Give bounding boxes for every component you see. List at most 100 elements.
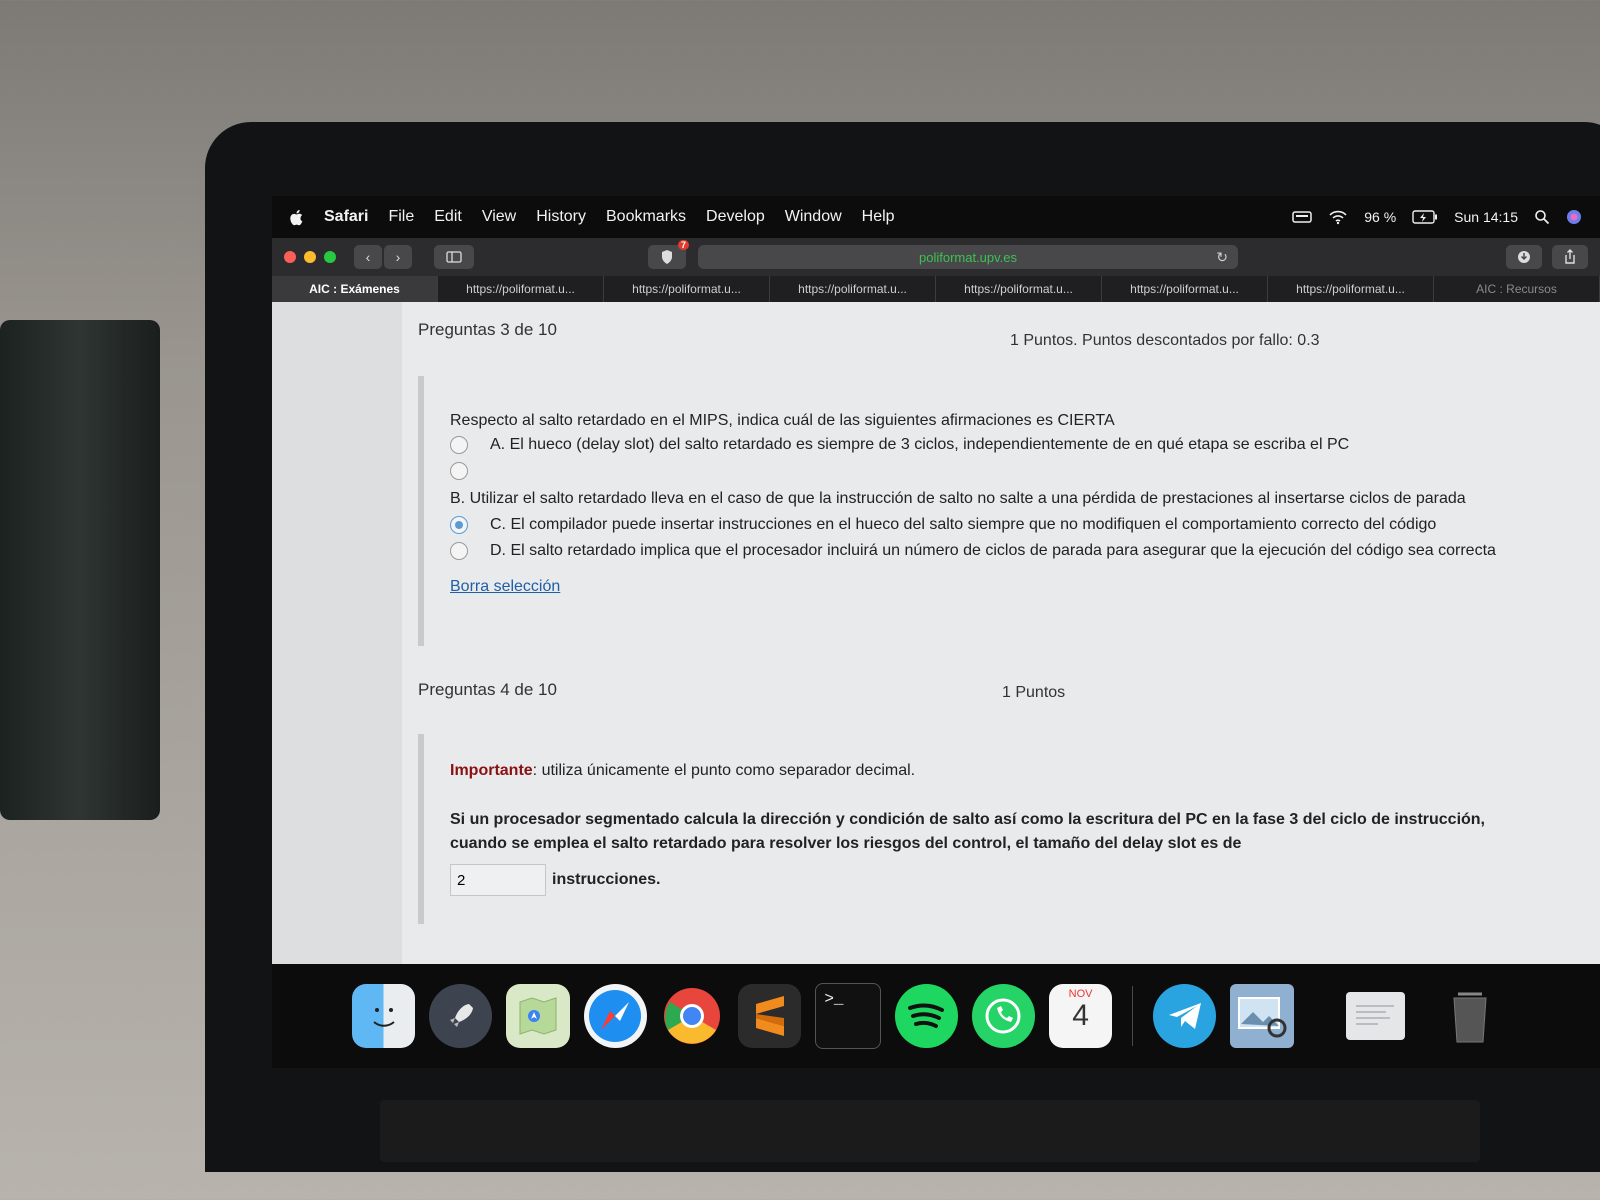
clear-selection-link[interactable]: Borra selección bbox=[450, 578, 560, 595]
map-icon bbox=[519, 997, 557, 1035]
sidebar-toggle-button[interactable] bbox=[434, 245, 474, 269]
finder-face-icon bbox=[372, 1008, 395, 1027]
safari-toolbar: ‹ › 7 poliformat.upv.es ↻ bbox=[272, 238, 1600, 276]
menu-file[interactable]: File bbox=[388, 208, 414, 226]
important-note: Importante: utiliza únicamente el punto … bbox=[450, 762, 1500, 780]
question-3-points: 1 Puntos. Puntos descontados por fallo: … bbox=[1010, 332, 1320, 349]
option-d-label: D. El salto retardado implica que el pro… bbox=[490, 542, 1496, 559]
keyboard-icon[interactable] bbox=[1292, 210, 1312, 224]
menu-history[interactable]: History bbox=[536, 208, 586, 226]
back-button[interactable]: ‹ bbox=[354, 245, 382, 269]
menu-bookmarks[interactable]: Bookmarks bbox=[606, 208, 686, 226]
chevron-right-icon: › bbox=[395, 249, 401, 265]
safari-icon[interactable] bbox=[583, 984, 647, 1048]
option-empty[interactable] bbox=[450, 460, 1496, 482]
url-text: poliformat.upv.es bbox=[918, 249, 1018, 265]
downloads-button[interactable] bbox=[1506, 245, 1542, 269]
question-4-header: Preguntas 4 de 10 bbox=[418, 680, 557, 699]
download-icon bbox=[1518, 251, 1530, 263]
wifi-icon[interactable] bbox=[1328, 209, 1348, 225]
tab-poliformat-1[interactable]: https://poliformat.u... bbox=[438, 276, 604, 302]
calendar-day: 4 bbox=[1072, 999, 1089, 1032]
trash-icon[interactable] bbox=[1439, 984, 1502, 1048]
finder-icon[interactable] bbox=[352, 984, 416, 1048]
minimize-window-button[interactable] bbox=[304, 251, 316, 263]
menu-safari[interactable]: Safari bbox=[324, 208, 368, 226]
dock-separator bbox=[1132, 986, 1134, 1046]
tab-poliformat-2[interactable]: https://poliformat.u... bbox=[604, 276, 770, 302]
close-window-button[interactable] bbox=[284, 251, 296, 263]
launchpad-icon[interactable] bbox=[429, 984, 493, 1048]
maps-icon[interactable] bbox=[506, 984, 570, 1048]
menu-help[interactable]: Help bbox=[862, 208, 895, 226]
question-4-box: Importante: utiliza únicamente el punto … bbox=[418, 734, 1500, 924]
question-4-text: Si un procesador segmentado calcula la d… bbox=[450, 811, 1485, 852]
phone-icon bbox=[985, 998, 1021, 1034]
question-3-header: Preguntas 3 de 10 bbox=[418, 320, 557, 339]
sublime-s-icon bbox=[755, 996, 784, 1036]
option-c-radio[interactable] bbox=[450, 516, 468, 534]
terminal-icon[interactable]: >_ bbox=[815, 983, 881, 1049]
menu-edit[interactable]: Edit bbox=[434, 208, 462, 226]
exam-content: Preguntas 3 de 10 1 Puntos. Puntos desco… bbox=[402, 302, 1600, 964]
chrome-icon[interactable] bbox=[661, 984, 724, 1048]
tab-poliformat-3[interactable]: https://poliformat.u... bbox=[770, 276, 936, 302]
compass-icon bbox=[589, 990, 642, 1042]
forward-button[interactable]: › bbox=[384, 245, 412, 269]
spotlight-search-icon[interactable] bbox=[1534, 209, 1550, 225]
tab-aic-recursos[interactable]: AIC : Recursos bbox=[1434, 276, 1600, 302]
delay-slot-answer-input[interactable] bbox=[450, 864, 546, 896]
chevron-left-icon: ‹ bbox=[365, 249, 371, 265]
option-d[interactable]: D. El salto retardado implica que el pro… bbox=[450, 540, 1496, 562]
reload-icon[interactable]: ↻ bbox=[1216, 249, 1228, 266]
option-c[interactable]: C. El compilador puede insertar instrucc… bbox=[450, 514, 1496, 536]
shield-icon bbox=[662, 250, 672, 264]
rocket-icon bbox=[449, 1004, 473, 1027]
option-a[interactable]: A. El hueco (delay slot) del salto retar… bbox=[450, 434, 1496, 456]
option-a-label: A. El hueco (delay slot) del salto retar… bbox=[490, 436, 1350, 453]
option-b-label: B. Utilizar el salto retardado lleva en … bbox=[450, 490, 1466, 507]
laptop-hinge bbox=[380, 1100, 1480, 1162]
chrome-logo-icon bbox=[664, 988, 721, 1044]
spotify-icon[interactable] bbox=[894, 984, 958, 1048]
option-c-label: C. El compilador puede insertar instrucc… bbox=[490, 516, 1437, 533]
sidebar-icon bbox=[446, 251, 462, 263]
option-a-radio[interactable] bbox=[450, 436, 468, 454]
energy-drink-can bbox=[0, 320, 160, 820]
tab-poliformat-4[interactable]: https://poliformat.u... bbox=[936, 276, 1102, 302]
address-bar[interactable]: poliformat.upv.es ↻ bbox=[698, 245, 1238, 269]
zoom-window-button[interactable] bbox=[324, 251, 336, 263]
recent-document-icon[interactable] bbox=[1345, 992, 1405, 1040]
option-b[interactable]: B. Utilizar el salto retardado lleva en … bbox=[450, 488, 1496, 510]
question-3-text: Respecto al salto retardado en el MIPS, … bbox=[450, 412, 1115, 429]
adblock-extension-button[interactable]: 7 bbox=[648, 240, 689, 269]
option-d-radio[interactable] bbox=[450, 542, 468, 560]
menu-develop[interactable]: Develop bbox=[706, 208, 765, 226]
macos-menubar: Safari File Edit View History Bookmarks … bbox=[272, 196, 1600, 238]
apple-icon[interactable] bbox=[288, 208, 306, 226]
question-3-box: Respecto al salto retardado en el MIPS, … bbox=[418, 376, 1496, 646]
tab-poliformat-5[interactable]: https://poliformat.u... bbox=[1102, 276, 1268, 302]
menu-view[interactable]: View bbox=[482, 208, 516, 226]
answer-unit: instrucciones. bbox=[552, 871, 661, 888]
tab-aic-examenes[interactable]: AIC : Exámenes bbox=[272, 276, 438, 302]
preview-icon[interactable] bbox=[1230, 984, 1294, 1048]
question-4-points: 1 Puntos bbox=[1002, 684, 1066, 701]
photo-magnifier-icon bbox=[1238, 997, 1287, 1038]
siri-icon[interactable] bbox=[1566, 209, 1582, 225]
calendar-icon[interactable]: NOV 4 bbox=[1048, 984, 1113, 1048]
share-button[interactable] bbox=[1552, 245, 1588, 269]
important-label: Importante bbox=[450, 762, 533, 779]
tab-poliformat-6[interactable]: https://poliformat.u... bbox=[1268, 276, 1434, 302]
terminal-prompt-icon: >_ bbox=[824, 990, 844, 1008]
telegram-icon[interactable] bbox=[1153, 984, 1217, 1048]
option-empty-radio[interactable] bbox=[450, 462, 468, 480]
sublime-text-icon[interactable] bbox=[738, 984, 802, 1048]
menu-window[interactable]: Window bbox=[785, 208, 842, 226]
extension-badge: 7 bbox=[677, 240, 689, 250]
battery-charging-icon[interactable] bbox=[1412, 210, 1438, 224]
paper-plane-icon bbox=[1168, 1003, 1201, 1029]
whatsapp-icon[interactable] bbox=[971, 984, 1035, 1048]
menubar-clock[interactable]: Sun 14:15 bbox=[1454, 209, 1518, 225]
laptop-screen: Safari File Edit View History Bookmarks … bbox=[272, 196, 1600, 1068]
